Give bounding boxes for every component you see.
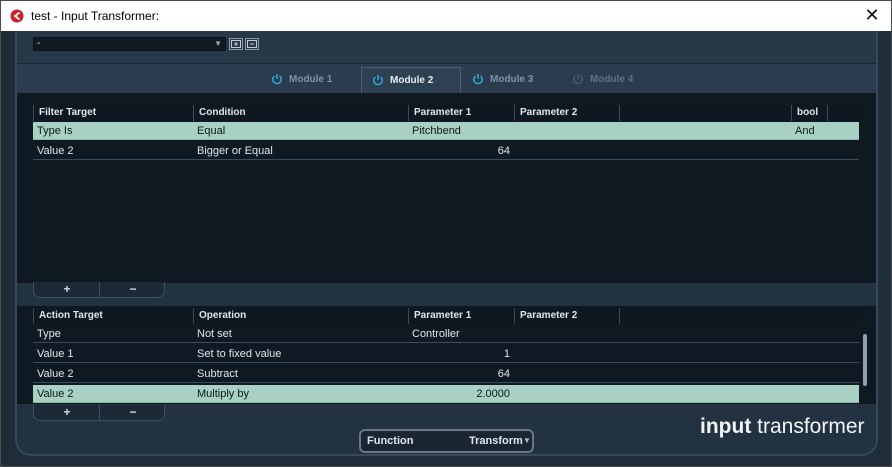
tab-label: Module 3	[490, 74, 534, 85]
column-header-end	[827, 105, 859, 121]
table-row[interactable]: Type Not set Controller	[33, 325, 859, 343]
function-selector[interactable]: Function Transform ▼	[359, 429, 534, 453]
cell-filter-target: Type Is	[37, 125, 73, 137]
column-header-parameter-1[interactable]: Parameter 1	[408, 308, 514, 324]
column-header-operation[interactable]: Operation	[193, 308, 408, 324]
table-row[interactable]: Value 2 Multiply by 2.0000	[33, 385, 859, 403]
window-title: test - Input Transformer:	[31, 9, 160, 23]
input-transformer-window: test - Input Transformer: ✕ - ▼ Module 1…	[0, 0, 892, 467]
cell-action-target: Type	[37, 328, 61, 340]
column-header-parameter-2[interactable]: Parameter 2	[514, 105, 619, 121]
column-header-condition[interactable]: Condition	[193, 105, 408, 121]
cell-condition: Equal	[197, 125, 226, 137]
cell-condition: Bigger or Equal	[197, 145, 273, 157]
tab-label: Module 2	[390, 75, 434, 86]
column-header-parameter-1[interactable]: Parameter 1	[408, 105, 514, 121]
tab-module-1[interactable]: Module 1	[271, 67, 351, 93]
cell-action-target: Value 2	[37, 388, 74, 400]
cell-filter-target: Value 2	[37, 145, 74, 157]
column-header-bool[interactable]: bool	[791, 105, 827, 121]
tab-module-3[interactable]: Module 3	[472, 67, 552, 93]
remove-action-button[interactable]: −	[100, 405, 166, 420]
column-header-blank[interactable]	[619, 308, 859, 324]
column-header-filter-target[interactable]: Filter Target	[33, 105, 193, 121]
cell-parameter-1: 1	[503, 348, 510, 360]
cubase-logo-icon	[10, 9, 24, 23]
power-icon	[272, 74, 282, 85]
table-row[interactable]: Value 1 Set to fixed value 1	[33, 345, 859, 363]
cell-parameter-1: 64	[497, 145, 510, 157]
brand-bold: input	[700, 415, 752, 438]
cell-parameter-1: 2.0000	[476, 388, 510, 400]
column-header-action-target[interactable]: Action Target	[33, 308, 193, 324]
function-label: Function	[367, 435, 414, 447]
remove-preset-icon	[247, 40, 257, 48]
cell-operation: Not set	[197, 328, 232, 340]
remove-preset-button[interactable]	[245, 38, 259, 50]
table-row[interactable]: Value 2 Subtract 64	[33, 365, 859, 383]
tab-label: Module 1	[289, 74, 333, 85]
power-off-icon	[573, 74, 583, 85]
chevron-down-icon: ▼	[523, 436, 531, 445]
filter-add-remove-bar: + −	[33, 282, 165, 298]
chevron-down-icon: ▼	[214, 39, 222, 48]
tab-module-2[interactable]: Module 2	[361, 67, 461, 93]
cell-operation: Set to fixed value	[197, 348, 282, 360]
brand-rest: transformer	[751, 415, 865, 438]
close-icon[interactable]: ✕	[861, 4, 883, 26]
filter-table-header: Filter Target Condition Parameter 1 Para…	[33, 105, 859, 121]
cell-parameter-1: Pitchbend	[412, 125, 461, 137]
cell-parameter-1: 64	[497, 368, 510, 380]
tab-module-4[interactable]: Module 4	[572, 67, 652, 93]
action-add-remove-bar: + −	[33, 405, 165, 421]
function-value: Transform	[469, 435, 523, 447]
column-header-parameter-2[interactable]: Parameter 2	[514, 308, 619, 324]
power-icon	[373, 75, 383, 86]
cell-action-target: Value 2	[37, 368, 74, 380]
add-filter-button[interactable]: +	[34, 282, 100, 297]
action-table-header: Action Target Operation Parameter 1 Para…	[33, 308, 859, 324]
store-preset-button[interactable]	[229, 38, 243, 50]
power-icon	[473, 74, 483, 85]
action-table-scrollbar[interactable]	[863, 334, 867, 386]
add-preset-icon	[231, 40, 241, 48]
cell-action-target: Value 1	[37, 348, 74, 360]
brand-logo: input transformer	[700, 415, 865, 439]
table-row[interactable]: Value 2 Bigger or Equal 64	[33, 142, 859, 160]
table-row[interactable]: Type Is Equal Pitchbend And	[33, 122, 859, 140]
cell-bool: And	[795, 125, 815, 137]
cell-operation: Subtract	[197, 368, 238, 380]
preset-value: -	[37, 38, 41, 49]
preset-select[interactable]: - ▼	[33, 37, 226, 51]
cell-parameter-1: Controller	[412, 328, 460, 340]
remove-filter-button[interactable]: −	[100, 282, 166, 297]
tab-label: Module 4	[590, 74, 634, 85]
column-header-blank[interactable]	[619, 105, 791, 121]
cell-operation: Multiply by	[197, 388, 249, 400]
title-bar: test - Input Transformer: ✕	[1, 1, 891, 31]
add-action-button[interactable]: +	[34, 405, 100, 420]
